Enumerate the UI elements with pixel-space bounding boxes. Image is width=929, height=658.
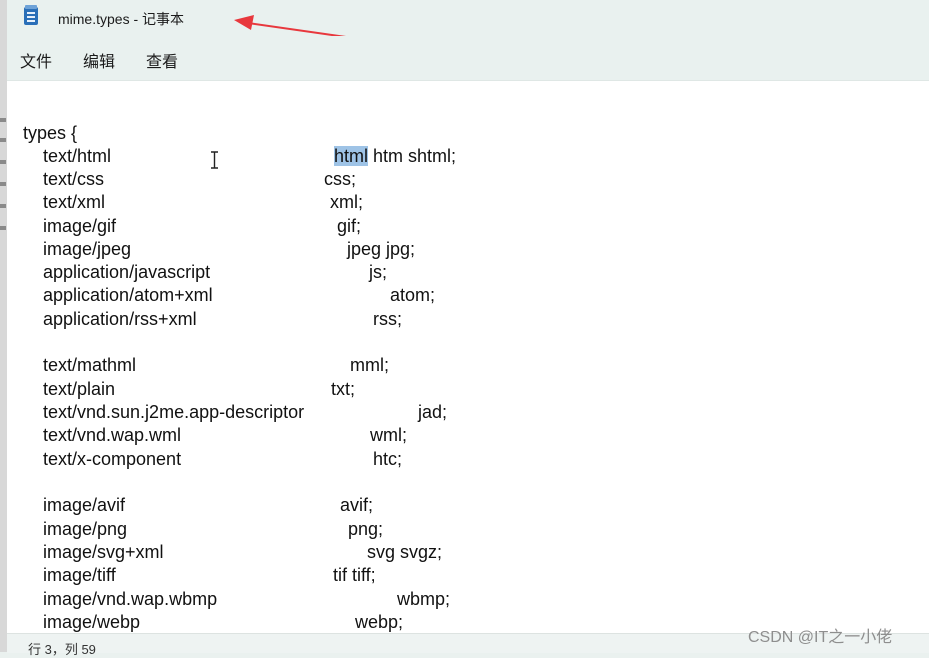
extensions-line: wml; (370, 425, 407, 445)
mime-type-line: image/gif (43, 216, 117, 236)
extensions-text-html: html htm shtml; (334, 145, 456, 167)
mime-type-line: image/jpeg (43, 239, 132, 259)
cursor-position: 行 3，列 59 (28, 642, 96, 657)
selected-text[interactable]: html (334, 146, 369, 166)
mime-type-line: image/png (43, 519, 128, 539)
extensions-line: htc; (373, 449, 403, 469)
mime-type-text-html: text/html (43, 146, 112, 166)
extensions-line: css; (324, 169, 357, 189)
extensions-line: rss; (373, 309, 402, 329)
mime-type-line: application/javascript (43, 262, 211, 282)
mime-type-line: text/xml (43, 192, 106, 212)
mime-type-line: image/tiff (43, 565, 116, 585)
extensions-line: mml; (350, 355, 389, 375)
extensions-line: atom; (390, 285, 436, 305)
watermark: CSDN @IT之一小佬 (748, 629, 893, 646)
menu-bar: 文件 编辑 查看 (7, 36, 929, 81)
extensions-line: xml; (330, 192, 363, 212)
text-cursor-icon (211, 151, 218, 169)
extensions-line: avif; (340, 495, 374, 515)
mime-type-line: text/css (43, 169, 105, 189)
mime-type-line: text/vnd.wap.wml (43, 425, 182, 445)
menu-view[interactable]: 查看 (146, 48, 178, 72)
extensions-line: wbmp; (397, 589, 451, 609)
extensions-line: svg svgz; (367, 542, 443, 562)
mime-type-line: image/avif (43, 495, 126, 515)
extensions-line: txt; (331, 379, 356, 399)
extensions-line: gif; (337, 216, 362, 236)
mime-type-line: text/vnd.sun.j2me.app-descriptor (43, 402, 305, 422)
mime-type-line: text/x-component (43, 449, 182, 469)
window-title: mime.types - 记事本 (58, 11, 185, 27)
title-bar[interactable]: mime.types - 记事本 (7, 0, 929, 42)
mime-type-line: text/plain (43, 379, 116, 399)
extensions-line: jad; (418, 402, 448, 422)
menu-edit[interactable]: 编辑 (83, 48, 115, 72)
mime-type-line: application/atom+xml (43, 285, 213, 305)
mime-type-line: application/rss+xml (43, 309, 197, 329)
menu-file[interactable]: 文件 (20, 48, 52, 72)
mime-type-line: image/svg+xml (43, 542, 164, 562)
extensions-line: webp; (355, 612, 404, 632)
mime-type-line: image/vnd.wap.wbmp (43, 589, 218, 609)
extensions-line: png; (348, 519, 384, 539)
extensions-rest: htm shtml; (368, 146, 457, 166)
mime-type-line: image/webp (43, 612, 141, 632)
notepad-icon (24, 5, 38, 25)
types-header: types { (23, 123, 78, 143)
extensions-line: tif tiff; (333, 565, 376, 585)
extensions-line: jpeg jpg; (347, 239, 416, 259)
text-editor[interactable]: types { text/html html htm shtml; text/c… (7, 81, 929, 633)
extensions-line: js; (369, 262, 387, 282)
mime-type-line: text/mathml (43, 355, 137, 375)
